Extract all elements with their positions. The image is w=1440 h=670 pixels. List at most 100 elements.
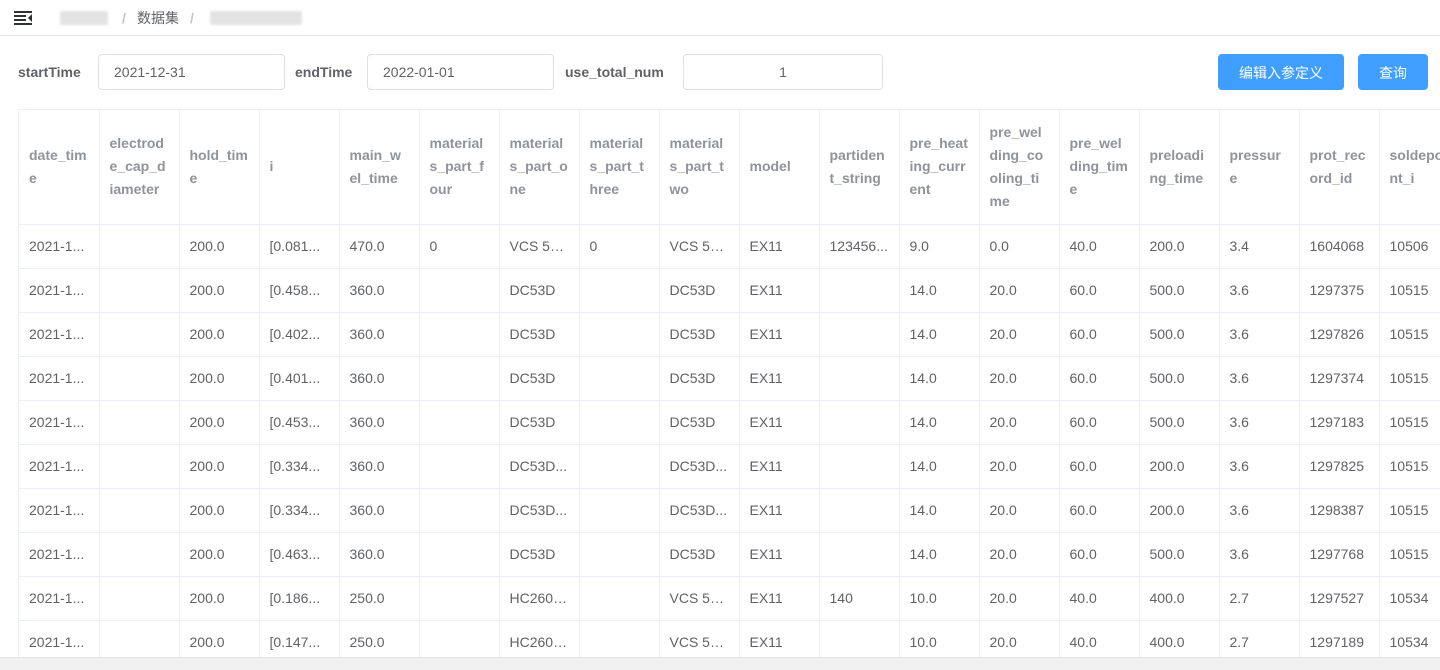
table-cell-pre-welding-cooling-time: 20.0	[979, 356, 1060, 401]
table-cell-partident-string	[819, 488, 900, 533]
table-row[interactable]: 2021-1... 200.0 [0.334... 360.0 DC53D... DC53…	[19, 444, 1440, 489]
end-time-input[interactable]: 2022-01-01	[367, 54, 554, 90]
table-cell-materials-part-three	[579, 576, 660, 621]
table-cell-pre-welding-cooling-time: 20.0	[979, 268, 1060, 313]
table-cell-date-time: 2021-1...	[19, 312, 100, 357]
table-row[interactable]: 2021-1... 200.0 [0.402... 360.0 DC53D DC53D EX…	[19, 312, 1440, 357]
table-cell-main-wel-time: 250.0	[339, 576, 420, 621]
table-cell-hold-time: 200.0	[179, 356, 260, 401]
table-cell-soldepoint-i: 10515	[1379, 268, 1440, 313]
table-cell-materials-part-four	[419, 356, 500, 401]
table-cell-i: [0.401...	[259, 356, 340, 401]
table-cell-pre-heating-current: 10.0	[899, 620, 980, 657]
table-cell-pre-welding-time: 60.0	[1059, 356, 1140, 401]
table-row[interactable]: 2021-1... 200.0 [0.334... 360.0 DC53D... DC53…	[19, 488, 1440, 533]
use-total-num-input[interactable]: 1	[683, 54, 883, 90]
start-time-input[interactable]: 2021-12-31	[98, 54, 285, 90]
column-header-electrode-cap-diameter[interactable]: electrode_cap_diameter	[99, 110, 180, 225]
column-header-partident-string[interactable]: partident_string	[819, 110, 900, 225]
table-cell-pre-heating-current: 14.0	[899, 356, 980, 401]
column-header-pre-welding-cooling-time[interactable]: pre_welding_cooling_time	[979, 110, 1060, 225]
query-button[interactable]: 查询	[1358, 54, 1428, 90]
table-cell-pre-welding-time: 60.0	[1059, 488, 1140, 533]
table-cell-hold-time: 200.0	[179, 488, 260, 533]
table-header-row: date_time electrode_cap_diameter hold_time…	[19, 110, 1440, 225]
table-cell-materials-part-four	[419, 620, 500, 657]
menu-fold-icon[interactable]	[14, 10, 32, 26]
column-header-main-wel-time[interactable]: main_wel_time	[339, 110, 420, 225]
breadcrumb-item-dataset[interactable]: 数据集	[137, 10, 179, 26]
table-cell-materials-part-one: DC53D	[499, 356, 580, 401]
table-cell-main-wel-time: 470.0	[339, 224, 420, 269]
table-cell-pressure: 3.4	[1219, 224, 1300, 269]
table-cell-hold-time: 200.0	[179, 400, 260, 445]
table-cell-hold-time: 200.0	[179, 444, 260, 489]
table-cell-materials-part-three	[579, 488, 660, 533]
table-cell-main-wel-time: 360.0	[339, 312, 420, 357]
table-row[interactable]: 2021-1... 200.0 [0.081... 470.0 0 VCS 57... 0 V…	[19, 224, 1440, 269]
table-cell-main-wel-time: 360.0	[339, 488, 420, 533]
column-header-preloading-time[interactable]: preloading_time	[1139, 110, 1220, 225]
table-cell-materials-part-two: DC53D	[659, 268, 740, 313]
horizontal-scrollbar[interactable]	[0, 657, 1440, 670]
table-cell-pre-welding-time: 40.0	[1059, 620, 1140, 657]
column-header-pressure[interactable]: pressure	[1219, 110, 1300, 225]
table-cell-pressure: 3.6	[1219, 488, 1300, 533]
table-cell-pre-heating-current: 14.0	[899, 444, 980, 489]
table-cell-model: EX11	[739, 356, 820, 401]
table-cell-soldepoint-i: 10515	[1379, 400, 1440, 445]
table-cell-partident-string	[819, 532, 900, 577]
column-header-hold-time[interactable]: hold_time	[179, 110, 260, 225]
table-cell-pressure: 3.6	[1219, 356, 1300, 401]
table-cell-soldepoint-i: 10515	[1379, 532, 1440, 577]
table-cell-prot-record-id: 1297826	[1299, 312, 1380, 357]
table-cell-pre-welding-time: 40.0	[1059, 224, 1140, 269]
table-cell-pre-welding-cooling-time: 20.0	[979, 576, 1060, 621]
table-cell-i: [0.334...	[259, 444, 340, 489]
column-header-pre-welding-time[interactable]: pre_welding_time	[1059, 110, 1140, 225]
column-header-soldepoint-i[interactable]: soldepoint_i	[1379, 110, 1440, 225]
column-header-date-time[interactable]: date_time	[19, 110, 100, 225]
table-cell-hold-time: 200.0	[179, 576, 260, 621]
table-cell-pre-welding-cooling-time: 20.0	[979, 488, 1060, 533]
table-cell-materials-part-three	[579, 312, 660, 357]
table-cell-model: EX11	[739, 444, 820, 489]
table-row[interactable]: 2021-1... 200.0 [0.186... 250.0 HC260LA VCS 5…	[19, 576, 1440, 621]
column-header-materials-part-two[interactable]: materials_part_two	[659, 110, 740, 225]
table-cell-pre-heating-current: 14.0	[899, 400, 980, 445]
table-cell-electrode-cap-diameter	[99, 356, 180, 401]
table-cell-date-time: 2021-1...	[19, 224, 100, 269]
table-cell-prot-record-id: 1297183	[1299, 400, 1380, 445]
table-cell-pre-welding-cooling-time: 20.0	[979, 532, 1060, 577]
table-cell-materials-part-two: DC53D...	[659, 488, 740, 533]
table-row[interactable]: 2021-1... 200.0 [0.147... 250.0 HC260LA VCS 5…	[19, 620, 1440, 657]
top-navbar: / 数据集 /	[0, 0, 1440, 36]
column-header-materials-part-four[interactable]: materials_part_four	[419, 110, 500, 225]
edit-params-button[interactable]: 编辑入参定义	[1218, 54, 1344, 90]
table-cell-preloading-time: 500.0	[1139, 268, 1220, 313]
table-cell-pre-welding-cooling-time: 20.0	[979, 620, 1060, 657]
table-cell-pre-welding-time: 60.0	[1059, 312, 1140, 357]
table-row[interactable]: 2021-1... 200.0 [0.463... 360.0 DC53D DC53D EX…	[19, 532, 1440, 577]
table-cell-partident-string	[819, 312, 900, 357]
table-row[interactable]: 2021-1... 200.0 [0.401... 360.0 DC53D DC53D EX…	[19, 356, 1440, 401]
table-cell-pressure: 3.6	[1219, 532, 1300, 577]
table-cell-pre-welding-time: 40.0	[1059, 576, 1140, 621]
column-header-i[interactable]: i	[259, 110, 340, 225]
breadcrumb-item-redacted[interactable]	[60, 11, 108, 25]
column-header-materials-part-one[interactable]: materials_part_one	[499, 110, 580, 225]
column-header-materials-part-three[interactable]: materials_part_three	[579, 110, 660, 225]
table-cell-date-time: 2021-1...	[19, 356, 100, 401]
table-cell-model: EX11	[739, 576, 820, 621]
table-cell-materials-part-three	[579, 444, 660, 489]
column-header-prot-record-id[interactable]: prot_record_id	[1299, 110, 1380, 225]
table-cell-partident-string: 140	[819, 576, 900, 621]
table-row[interactable]: 2021-1... 200.0 [0.453... 360.0 DC53D DC53D EX…	[19, 400, 1440, 445]
table-cell-pre-welding-cooling-time: 20.0	[979, 400, 1060, 445]
table-row[interactable]: 2021-1... 200.0 [0.458... 360.0 DC53D DC53D EX…	[19, 268, 1440, 313]
table-cell-pre-welding-cooling-time: 20.0	[979, 444, 1060, 489]
table-cell-pressure: 3.6	[1219, 312, 1300, 357]
table-cell-pressure: 3.6	[1219, 268, 1300, 313]
column-header-pre-heating-current[interactable]: pre_heating_current	[899, 110, 980, 225]
column-header-model[interactable]: model	[739, 110, 820, 225]
